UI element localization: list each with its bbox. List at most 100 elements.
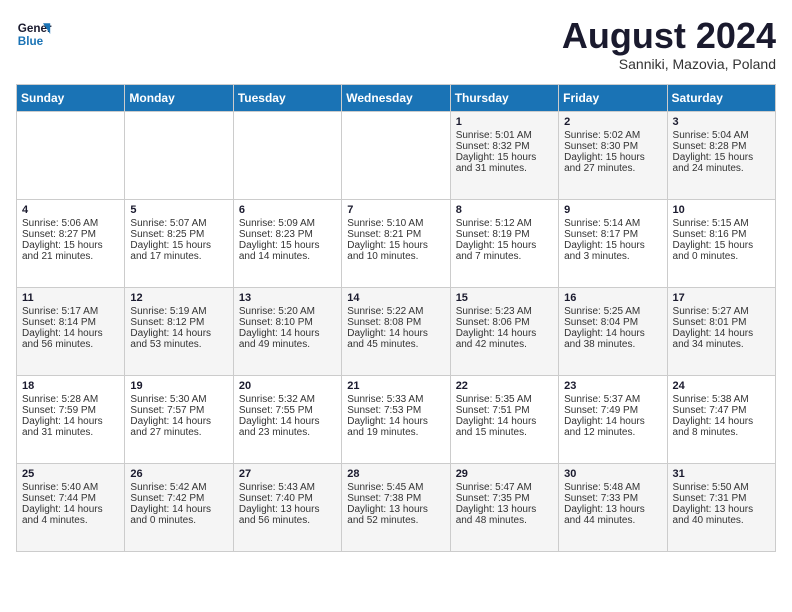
sunrise-text: Sunrise: 5:14 AM [564,218,661,229]
table-row: 9 Sunrise: 5:14 AMSunset: 8:17 PMDaylight… [559,199,667,287]
sunrise-text: Sunrise: 5:09 AM [239,218,336,229]
day-number: 5 [130,204,227,216]
daylight-text: Daylight: 15 hours and 17 minutes. [130,240,227,262]
day-number: 4 [22,204,119,216]
table-row: 29Sunrise: 5:47 AMSunset: 7:35 PMDayligh… [450,463,558,551]
sunset-text: Sunset: 8:32 PM [456,141,553,152]
sunrise-text: Sunrise: 5:38 AM [673,394,770,405]
day-number: 27 [239,468,336,480]
table-row: 3Sunrise: 5:04 AMSunset: 8:28 PMDaylight… [667,111,775,199]
header-sunday: Sunday [17,84,125,111]
daylight-text: Daylight: 15 hours and 31 minutes. [456,152,553,174]
day-number: 30 [564,468,661,480]
sunset-text: Sunset: 8:04 PM [564,317,661,328]
daylight-text: Daylight: 14 hours and 19 minutes. [347,416,444,438]
sunrise-text: Sunrise: 5:04 AM [673,130,770,141]
table-row: 5 Sunrise: 5:07 AMSunset: 8:25 PMDaylight… [125,199,233,287]
sunset-text: Sunset: 7:40 PM [239,493,336,504]
sunset-text: Sunset: 7:51 PM [456,405,553,416]
day-number: 26 [130,468,227,480]
sunset-text: Sunset: 8:23 PM [239,229,336,240]
table-row [125,111,233,199]
table-row: 2Sunrise: 5:02 AMSunset: 8:30 PMDaylight… [559,111,667,199]
day-number: 22 [456,380,553,392]
sunset-text: Sunset: 7:53 PM [347,405,444,416]
day-number: 7 [347,204,444,216]
sunset-text: Sunset: 7:35 PM [456,493,553,504]
calendar-table: Sunday Monday Tuesday Wednesday Thursday… [16,84,776,552]
daylight-text: Daylight: 14 hours and 34 minutes. [673,328,770,350]
sunrise-text: Sunrise: 5:50 AM [673,482,770,493]
sunrise-text: Sunrise: 5:37 AM [564,394,661,405]
table-row: 24Sunrise: 5:38 AMSunset: 7:47 PMDayligh… [667,375,775,463]
daylight-text: Daylight: 13 hours and 56 minutes. [239,504,336,526]
daylight-text: Daylight: 14 hours and 38 minutes. [564,328,661,350]
header-monday: Monday [125,84,233,111]
day-number: 6 [239,204,336,216]
sunset-text: Sunset: 8:17 PM [564,229,661,240]
table-row: 26Sunrise: 5:42 AMSunset: 7:42 PMDayligh… [125,463,233,551]
table-row: 22 Sunrise: 5:35 AMSunset: 7:51 PMDayligh… [450,375,558,463]
sunset-text: Sunset: 7:49 PM [564,405,661,416]
day-number: 25 [22,468,119,480]
sunset-text: Sunset: 8:12 PM [130,317,227,328]
table-row [17,111,125,199]
sunrise-text: Sunrise: 5:07 AM [130,218,227,229]
day-number: 13 [239,292,336,304]
daylight-text: Daylight: 14 hours and 56 minutes. [22,328,119,350]
table-row: 8Sunrise: 5:12 AMSunset: 8:19 PMDaylight… [450,199,558,287]
day-number: 14 [347,292,444,304]
table-row: 21Sunrise: 5:33 AMSunset: 7:53 PMDayligh… [342,375,450,463]
svg-text:Blue: Blue [18,35,44,48]
daylight-text: Daylight: 15 hours and 3 minutes. [564,240,661,262]
daylight-text: Daylight: 13 hours and 48 minutes. [456,504,553,526]
table-row: 23Sunrise: 5:37 AMSunset: 7:49 PMDayligh… [559,375,667,463]
daylight-text: Daylight: 15 hours and 0 minutes. [673,240,770,262]
table-row: 25Sunrise: 5:40 AMSunset: 7:44 PMDayligh… [17,463,125,551]
sunrise-text: Sunrise: 5:32 AM [239,394,336,405]
sunset-text: Sunset: 8:16 PM [673,229,770,240]
table-row: 31Sunrise: 5:50 AMSunset: 7:31 PMDayligh… [667,463,775,551]
table-row: 30Sunrise: 5:48 AMSunset: 7:33 PMDayligh… [559,463,667,551]
sunset-text: Sunset: 7:47 PM [673,405,770,416]
table-row: 10Sunrise: 5:15 AMSunset: 8:16 PMDayligh… [667,199,775,287]
daylight-text: Daylight: 14 hours and 49 minutes. [239,328,336,350]
table-row: 13Sunrise: 5:20 AMSunset: 8:10 PMDayligh… [233,287,341,375]
day-number: 29 [456,468,553,480]
sunset-text: Sunset: 7:38 PM [347,493,444,504]
sunrise-text: Sunrise: 5:45 AM [347,482,444,493]
calendar-body: 1Sunrise: 5:01 AMSunset: 8:32 PMDaylight… [17,111,776,551]
daylight-text: Daylight: 14 hours and 8 minutes. [673,416,770,438]
sunset-text: Sunset: 8:25 PM [130,229,227,240]
sunrise-text: Sunrise: 5:35 AM [456,394,553,405]
sunrise-text: Sunrise: 5:19 AM [130,306,227,317]
sunrise-text: Sunrise: 5:42 AM [130,482,227,493]
month-title: August 2024 [562,16,776,56]
sunrise-text: Sunrise: 5:27 AM [673,306,770,317]
table-row: 19Sunrise: 5:30 AMSunset: 7:57 PMDayligh… [125,375,233,463]
day-number: 15 [456,292,553,304]
daylight-text: Daylight: 14 hours and 0 minutes. [130,504,227,526]
header-saturday: Saturday [667,84,775,111]
daylight-text: Daylight: 14 hours and 42 minutes. [456,328,553,350]
sunset-text: Sunset: 8:19 PM [456,229,553,240]
day-number: 9 [564,204,661,216]
table-row: 28Sunrise: 5:45 AMSunset: 7:38 PMDayligh… [342,463,450,551]
daylight-text: Daylight: 14 hours and 27 minutes. [130,416,227,438]
sunset-text: Sunset: 7:31 PM [673,493,770,504]
logo: General Blue General Blue [16,16,52,52]
sunset-text: Sunset: 8:14 PM [22,317,119,328]
table-row: 12Sunrise: 5:19 AMSunset: 8:12 PMDayligh… [125,287,233,375]
daylight-text: Daylight: 14 hours and 15 minutes. [456,416,553,438]
day-number: 11 [22,292,119,304]
sunset-text: Sunset: 8:10 PM [239,317,336,328]
sunset-text: Sunset: 8:08 PM [347,317,444,328]
daylight-text: Daylight: 14 hours and 12 minutes. [564,416,661,438]
day-number: 31 [673,468,770,480]
sunrise-text: Sunrise: 5:06 AM [22,218,119,229]
day-number: 8 [456,204,553,216]
daylight-text: Daylight: 14 hours and 23 minutes. [239,416,336,438]
header-friday: Friday [559,84,667,111]
day-number: 17 [673,292,770,304]
sunrise-text: Sunrise: 5:30 AM [130,394,227,405]
